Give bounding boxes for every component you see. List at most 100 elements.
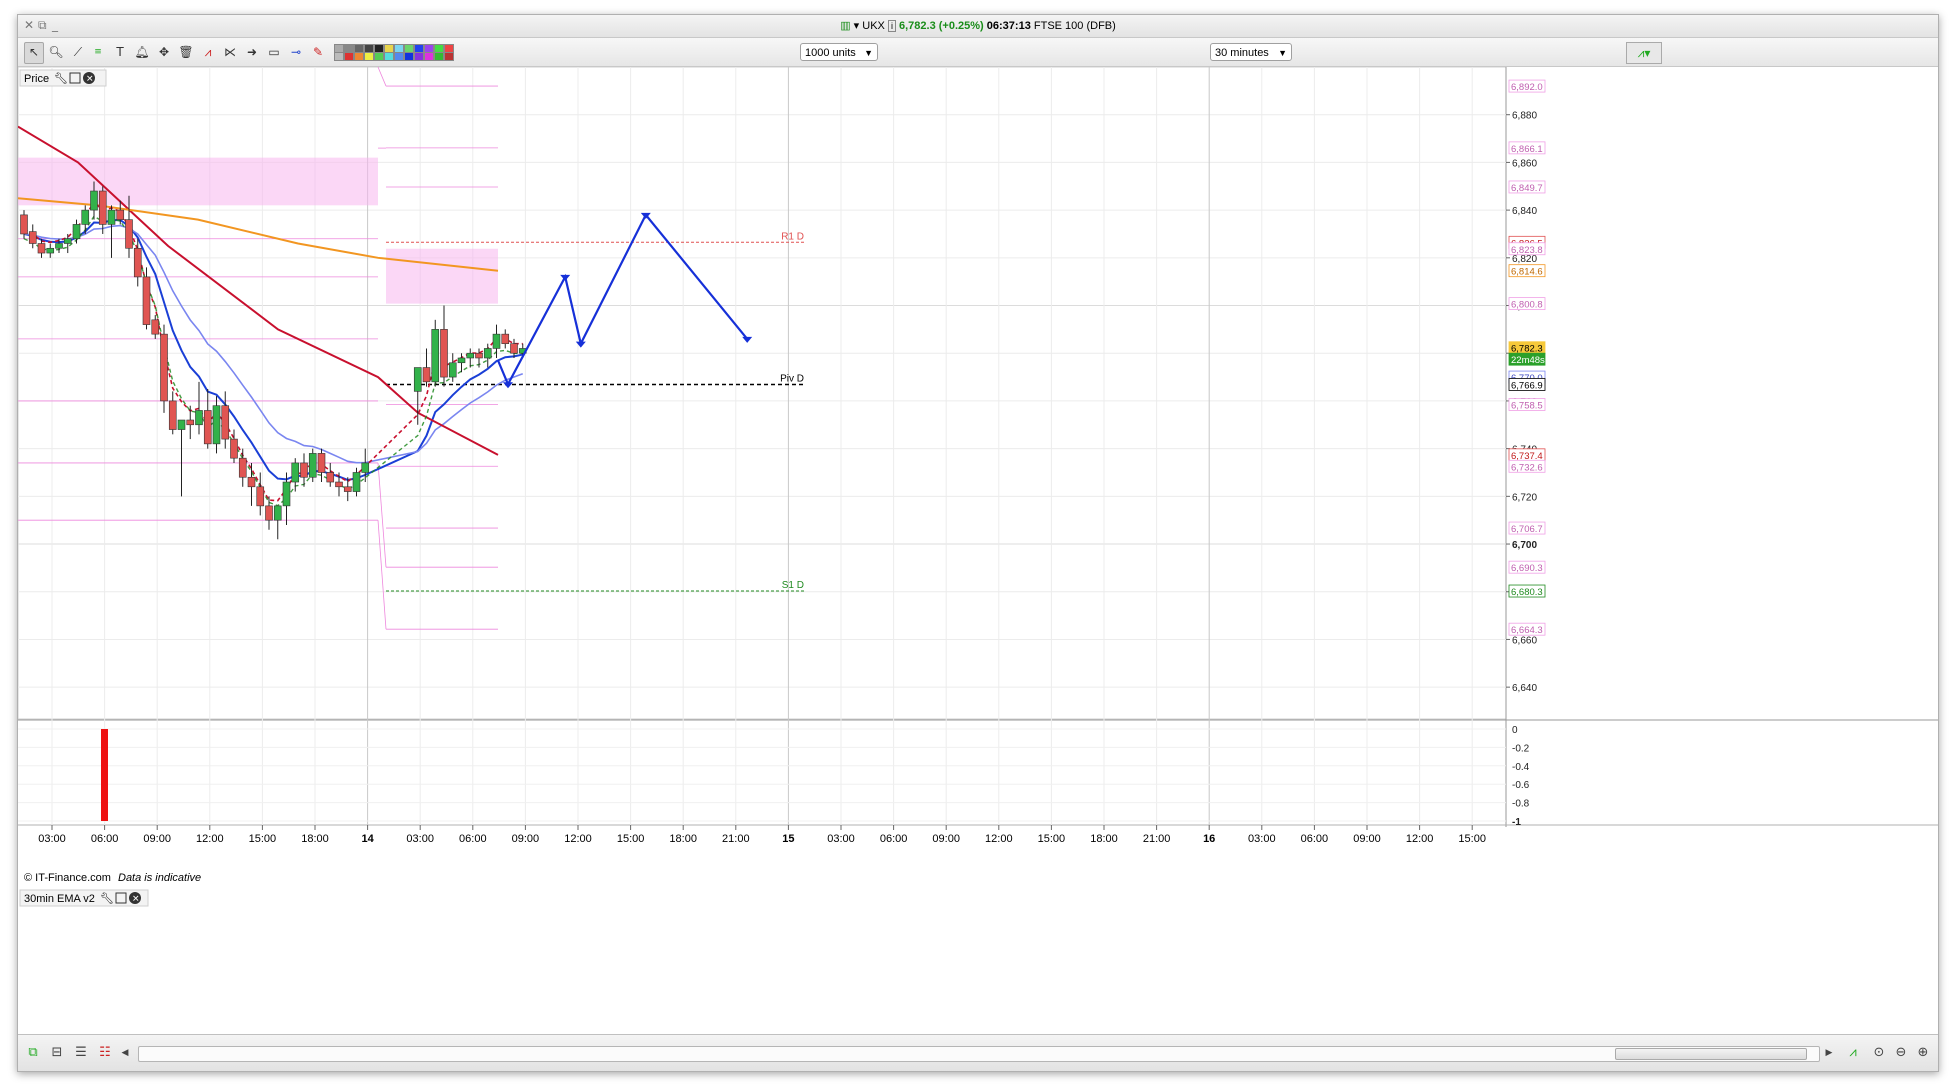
candle-body[interactable] [501,333,510,344]
candle-body[interactable] [151,319,160,335]
candle-body[interactable] [107,209,116,225]
candle-body[interactable] [256,486,265,507]
candle-body[interactable] [413,367,422,392]
candle-body[interactable] [343,486,352,492]
candle-body[interactable] [466,352,475,359]
candle-body[interactable] [116,209,125,220]
candle-body[interactable] [326,472,335,483]
pointer-icon[interactable]: ↖ [24,42,44,64]
candle-body[interactable] [238,457,247,478]
candle-body[interactable] [63,238,72,244]
candle-body[interactable] [247,476,256,488]
horizontal-scrollbar[interactable] [138,1046,1820,1062]
candle-body[interactable] [230,438,238,459]
interval-select[interactable]: 30 minutes ▼ [1210,43,1292,61]
layout-icon[interactable]: ⊟ [48,1044,66,1062]
swatch[interactable] [404,52,414,61]
candle-body[interactable] [72,224,81,240]
chart-settings-icon[interactable]: ⧉ [24,1044,42,1062]
scroll-left-icon[interactable]: ◀ [116,1044,134,1062]
scrollbar-thumb[interactable] [1615,1048,1807,1060]
wrench-icon[interactable]: 🔧︎ [54,72,68,85]
scroll-right-icon[interactable]: ▶ [1820,1044,1838,1062]
rectangle-icon[interactable]: ▭ [264,42,284,62]
candle-body[interactable] [361,462,370,473]
swatch[interactable] [384,52,394,61]
candle-body[interactable] [125,219,133,249]
fan-icon[interactable]: ⋉ [220,42,240,62]
dropdown-arrow-icon[interactable]: ▾ [854,20,860,32]
wrench-icon[interactable]: 🔧︎ [100,892,114,905]
candle-body[interactable] [448,362,457,378]
info-icon[interactable]: i [887,20,896,32]
candle-body[interactable] [317,453,326,473]
trend-line-icon[interactable]: ⩘ [198,42,218,62]
candle-body[interactable] [212,405,221,445]
arrow-icon[interactable]: ➜ [242,42,262,62]
candle-body[interactable] [282,481,291,507]
candle-body[interactable] [457,357,466,364]
zoom-out-icon[interactable]: ⊖ [1892,1044,1910,1062]
alert-bell-icon[interactable]: 🔔︎ [132,42,152,62]
swatch[interactable] [364,52,374,61]
candle-body[interactable] [440,329,448,378]
candle-body[interactable] [273,505,282,521]
candle-body[interactable] [335,481,343,488]
candle-body[interactable] [168,400,177,430]
candle-body[interactable] [492,333,501,349]
measure-icon[interactable]: ✥ [154,42,174,62]
price-axis-label: 6,640 [1512,683,1537,694]
candle-body[interactable] [431,329,440,383]
swatch[interactable] [394,52,404,61]
candle-body[interactable] [475,352,483,359]
units-select[interactable]: 1000 units ▼ [800,43,878,61]
swatch[interactable] [354,52,364,61]
price-chart[interactable]: R1 DPiv DS1 D 6,8806,8606,8406,8206,8006… [18,66,1938,1033]
candle-body[interactable] [160,333,168,402]
candle-body[interactable] [352,472,361,492]
text-tool-icon[interactable]: T [110,42,130,62]
candle-body[interactable] [186,419,195,426]
price-axis-label: 6,860 [1512,158,1537,169]
zoom-in-icon[interactable]: ⊕ [1914,1044,1932,1062]
horizontal-line-icon[interactable]: ⊸ [286,42,306,62]
auto-scale-icon[interactable]: ⩘ [1844,1044,1862,1062]
swatch[interactable] [414,52,424,61]
candle-body[interactable] [177,419,186,430]
candle-body[interactable] [291,462,300,483]
candle-body[interactable] [81,209,90,225]
candle-body[interactable] [90,190,98,211]
trash-icon[interactable]: 🗑︎ [176,42,196,62]
chart-style-icon[interactable]: ⩘▾ [1626,42,1662,64]
candle-body[interactable] [203,410,212,445]
swatch[interactable] [424,52,434,61]
swatch[interactable] [434,52,444,61]
candle-body[interactable] [221,405,230,440]
candle-body[interactable] [142,276,151,325]
candle-body[interactable] [300,462,308,478]
candle-body[interactable] [195,410,203,426]
swatch[interactable] [374,52,384,61]
candle-body[interactable] [98,190,107,225]
candle-body[interactable] [133,247,142,278]
candle-body[interactable] [55,243,63,249]
candle-body[interactable] [265,505,273,521]
candle-body[interactable] [37,243,46,254]
swatch[interactable] [334,52,344,61]
zoom-icon[interactable]: 🔍︎ [46,42,66,62]
candle-body[interactable] [510,343,518,354]
pencil-icon[interactable]: ✎ [308,42,328,62]
indicator-list-icon[interactable]: ☷ [96,1044,114,1062]
list-icon[interactable]: ☰ [72,1044,90,1062]
candle-body[interactable] [422,367,431,383]
candle-body[interactable] [46,247,55,254]
swatch[interactable] [444,52,454,61]
candle-body[interactable] [483,348,492,359]
draw-line-icon[interactable]: ⟋ [68,42,88,62]
fibonacci-icon[interactable]: ≡ [88,42,108,62]
candle-body[interactable] [20,214,28,235]
candle-body[interactable] [28,231,37,244]
zoom-fit-icon[interactable]: ⊙ [1870,1044,1888,1062]
swatch[interactable] [344,52,354,61]
candle-body[interactable] [308,453,317,478]
